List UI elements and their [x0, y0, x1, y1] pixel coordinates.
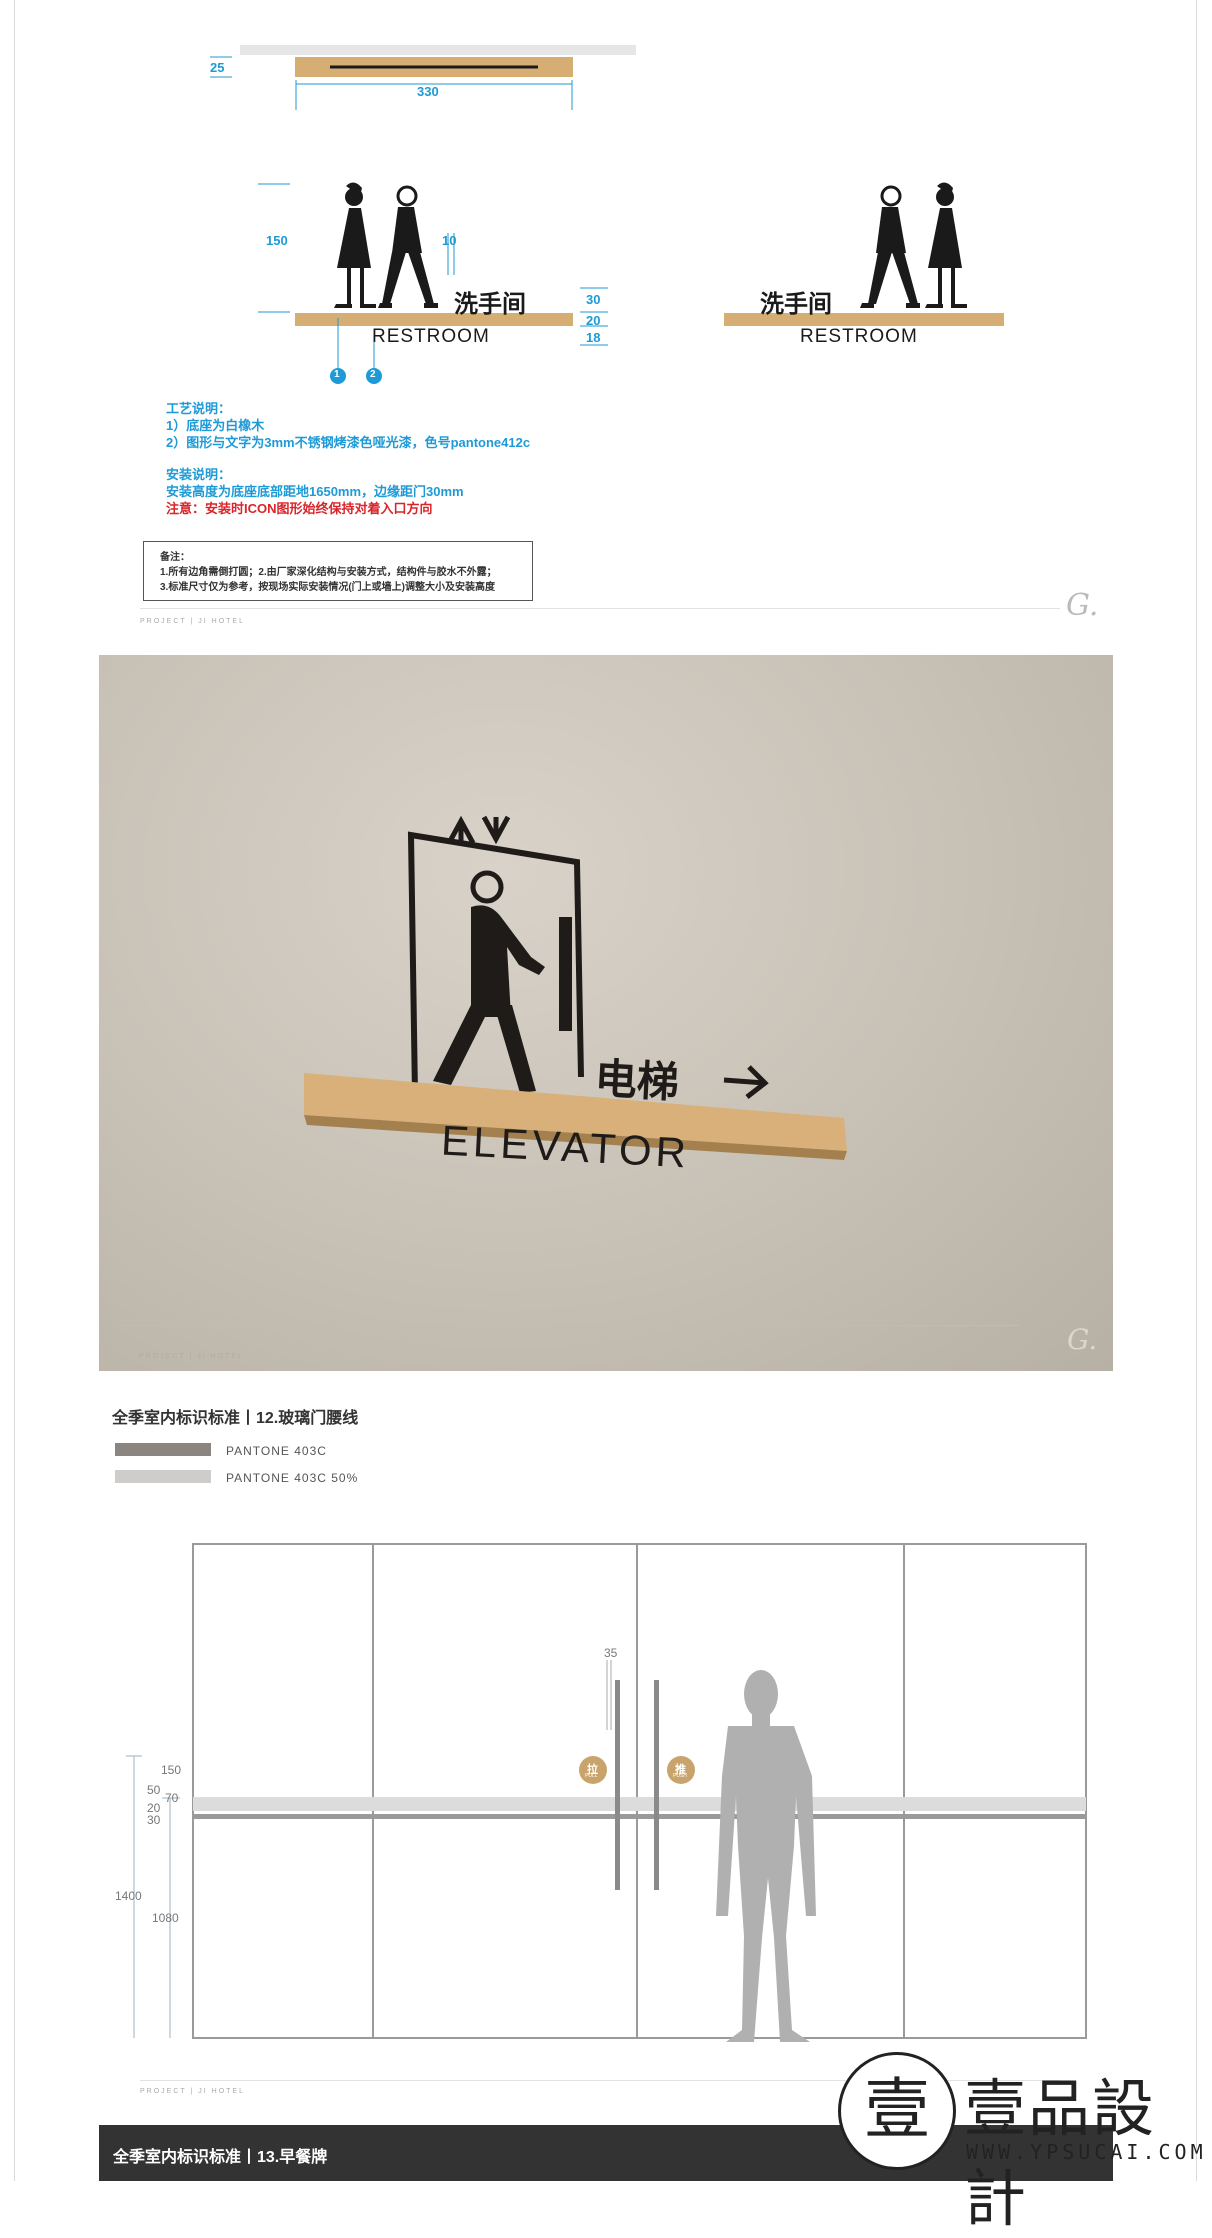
door-handle-right [654, 1680, 659, 1890]
waistline-band-dark [193, 1814, 1086, 1819]
swatch-403c-50 [115, 1470, 211, 1483]
dim-depth: 25 [210, 60, 225, 75]
dim-text: 30 [586, 292, 601, 307]
dim-handle: 35 [604, 1646, 618, 1660]
person-silhouette [716, 1670, 816, 2042]
swatch-403c-label: PANTONE 403C [226, 1444, 327, 1458]
woman-figure-right [925, 182, 967, 308]
elevator-sign-cn: 电梯 [593, 1054, 681, 1107]
install-notes: 安装说明： 安装高度为底座底部距地1650mm，边缘距门30mm 注意：安装时I… [166, 466, 464, 517]
door-handle-left [615, 1680, 620, 1890]
photo-footer-rule [119, 1325, 1019, 1326]
dim-1400: 1400 [115, 1889, 142, 1903]
remarks-title: 备注： [160, 552, 190, 563]
swatch-403c-50-label: PANTONE 403C 50% [226, 1471, 359, 1485]
up-down-arrows-icon [446, 815, 511, 845]
push-en: PUSH [673, 1773, 687, 1779]
swatch-403c [115, 1443, 211, 1456]
elevator-walking-man [433, 870, 545, 1093]
footer-rule-1 [140, 608, 1060, 609]
sign-en-right: RESTROOM [800, 326, 918, 347]
dim-50: 50 [147, 1783, 161, 1797]
board-left [295, 313, 573, 326]
photo-mark: G. [1067, 1323, 1098, 1356]
dim-en: 18 [586, 330, 601, 345]
watermark-logo-char: 壹 [864, 2071, 930, 2148]
elevator-button-panel [559, 917, 572, 1031]
glass-door-title: 全季室内标识标准丨12.玻璃门腰线 [112, 1410, 359, 1427]
next-section-bar: 全季室内标识标准丨13.早餐牌 [99, 2125, 1113, 2181]
dim-height: 150 [266, 233, 288, 248]
remarks-line2: 3.标准尺寸仅为参考，按现场实际安装情况(门上或墙上)调整大小及安装高度 [160, 582, 495, 593]
page-mark-1: G. [1066, 588, 1099, 623]
callout-1-label: 1 [334, 369, 340, 380]
restroom-spec-drawing [210, 45, 1004, 384]
install-notes-warning: 注意：安装时ICON图形始终保持对着入口方向 [166, 501, 433, 516]
elevator-sign-illustration [304, 815, 847, 1160]
craft-notes-title: 工艺说明： [166, 401, 232, 416]
wall-top-view [240, 45, 636, 55]
sign-cn-right: 洗手间 [760, 291, 832, 318]
waistline-band-light [193, 1797, 1086, 1811]
watermark-logo: 壹 [838, 2052, 956, 2170]
man-figure-left [378, 185, 438, 308]
install-notes-line1: 安装高度为底座底部距地1650mm，边缘距门30mm [166, 484, 464, 499]
craft-notes: 工艺说明： 1）底座为白橡木 2）图形与文字为3mm不锈钢烤漆色哑光漆，色号pa… [166, 400, 530, 451]
dim-70: 70 [165, 1791, 179, 1805]
page-footer-1: PROJECT | JI HOTEL [140, 618, 245, 625]
glass-door-frame [192, 1543, 1087, 2039]
woman-figure-left [334, 182, 376, 308]
install-notes-title: 安装说明： [166, 467, 232, 482]
sign-cn-left: 洗手间 [454, 291, 526, 318]
dim-30: 30 [147, 1813, 161, 1827]
dim-150: 150 [161, 1763, 182, 1777]
sign-en-left: RESTROOM [372, 326, 490, 347]
photo-footer: PROJECT | JI HOTEL [139, 1353, 244, 1360]
dim-width: 330 [417, 84, 439, 99]
next-section-title: 全季室内标识标准丨13.早餐牌 [113, 2149, 328, 2166]
elevator-sign-photo: 电梯 ELEVATOR PROJECT | JI HOTEL G. [99, 655, 1113, 1371]
dim-1080: 1080 [152, 1911, 179, 1925]
dim-gap: 10 [442, 233, 457, 248]
glass-door-drawing [126, 1543, 1087, 2042]
remarks-line1: 1.所有边角需倒打圆；2.由厂家深化结构与安装方式，结构件与胶水不外露； [160, 567, 497, 578]
watermark-url: WWW.YPSUCAI.COM [966, 2140, 1207, 2164]
page-footer-2: PROJECT | JI HOTEL [140, 2088, 245, 2095]
dim-board: 20 [586, 313, 601, 328]
craft-notes-line1: 1）底座为白橡木 [166, 418, 265, 433]
man-figure-right [860, 185, 920, 308]
right-arrow-icon [723, 1065, 769, 1099]
pull-en: PULL [585, 1773, 598, 1779]
remarks-box: 备注： 1.所有边角需倒打圆；2.由厂家深化结构与安装方式，结构件与胶水不外露；… [143, 541, 533, 601]
craft-notes-line2: 2）图形与文字为3mm不锈钢烤漆色哑光漆，色号pantone412c [166, 435, 531, 450]
callout-2-label: 2 [370, 369, 376, 380]
